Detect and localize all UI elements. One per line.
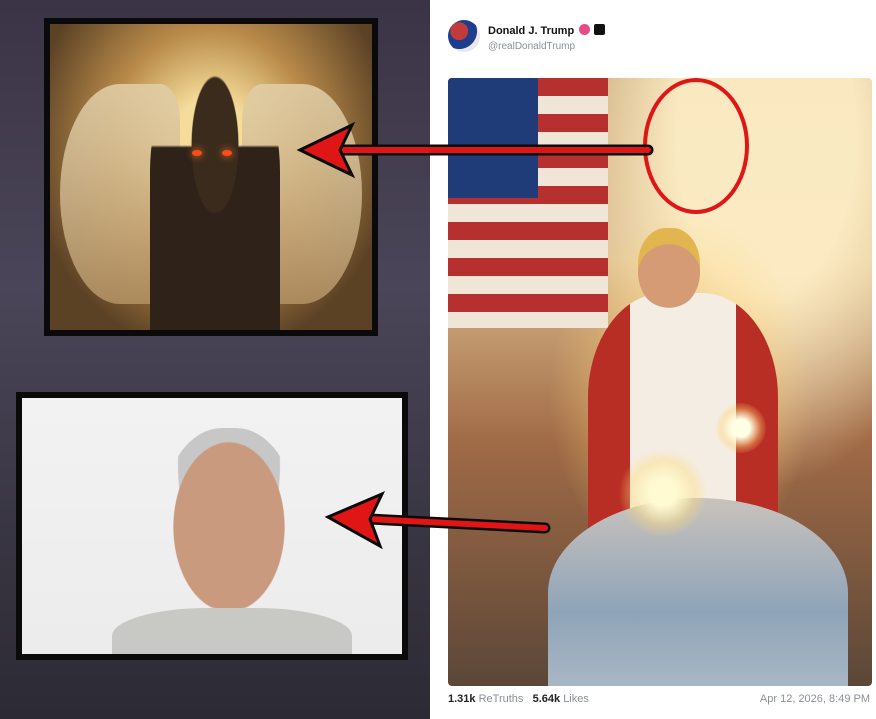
- post-stats: 1.31k ReTruths 5.64k Likes: [448, 693, 589, 705]
- healing-glow: [618, 448, 708, 538]
- likes-count[interactable]: 5.64k: [533, 693, 561, 705]
- flag-avatar-icon[interactable]: [448, 20, 480, 52]
- demon-eye-right: [222, 150, 232, 156]
- author-handle[interactable]: @realDonaldTrump: [488, 41, 575, 52]
- likes-label[interactable]: Likes: [563, 693, 589, 705]
- figure-head: [638, 228, 700, 308]
- author-name-text[interactable]: Donald J. Trump: [488, 25, 574, 37]
- verified-badge-icon: [579, 24, 591, 35]
- plus-badge-icon: [594, 24, 606, 35]
- author-name[interactable]: Donald J. Trump: [488, 24, 606, 37]
- post-timestamp[interactable]: Apr 12, 2026, 8:49 PM: [760, 693, 870, 705]
- demon-image-inset: [44, 18, 378, 336]
- american-flag: [448, 78, 608, 328]
- portrait-photo-inset: [16, 392, 408, 660]
- demon-eye-left: [192, 150, 202, 156]
- hand-glow: [716, 403, 766, 453]
- highlight-circle: [643, 78, 749, 214]
- retruths-count[interactable]: 1.31k: [448, 693, 476, 705]
- portrait-shirt: [112, 608, 352, 654]
- patient-bed: [548, 498, 848, 686]
- portrait-face: [164, 428, 294, 608]
- retruths-label[interactable]: ReTruths: [479, 693, 524, 705]
- demon-figure: [150, 64, 280, 330]
